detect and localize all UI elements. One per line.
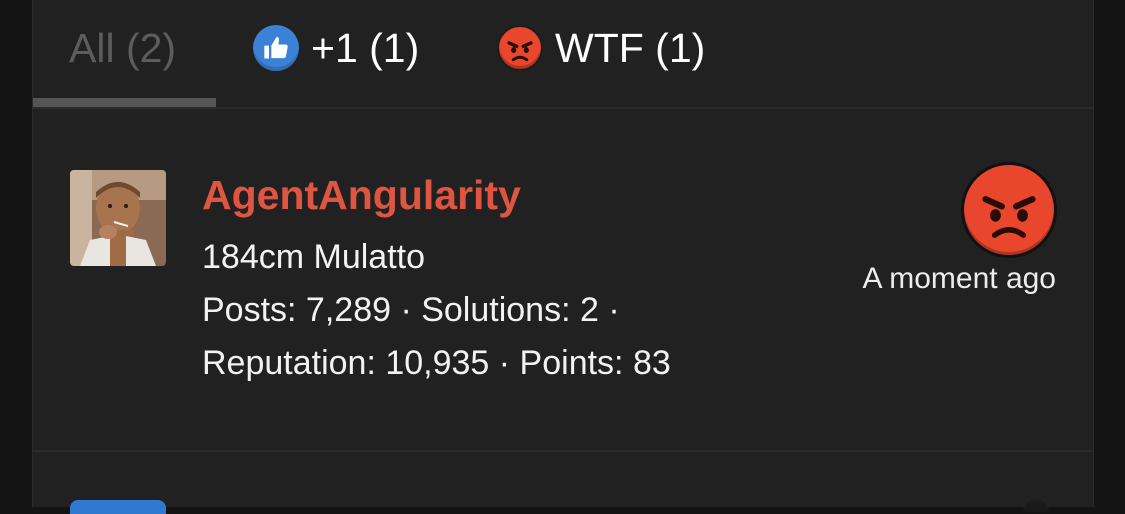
reaction-icon	[1023, 500, 1049, 512]
thumbs-up-icon	[253, 25, 299, 71]
avatar[interactable]	[70, 500, 166, 514]
tab-all[interactable]: All (2)	[69, 20, 176, 76]
user-stats-reputation-points: Reputation: 10,935 · Points: 83	[202, 344, 671, 382]
reactions-panel: All (2) +1 (1) WTF (1) AgentAngularity 1…	[32, 0, 1094, 514]
username-link[interactable]: AgentAngularity	[202, 172, 521, 219]
angry-face-icon	[961, 162, 1057, 258]
tab-wtf-label: WTF (1)	[555, 24, 706, 71]
tab-plus-one[interactable]: +1 (1)	[253, 20, 419, 76]
angry-face-icon	[497, 25, 543, 71]
avatar[interactable]	[70, 170, 166, 266]
active-tab-indicator	[33, 98, 216, 107]
tab-wtf[interactable]: WTF (1)	[497, 20, 705, 76]
reaction-tabs: All (2) +1 (1) WTF (1)	[33, 0, 1093, 109]
user-title: 184cm Mulatto	[202, 238, 425, 276]
tab-all-label: All (2)	[69, 24, 177, 71]
reaction-timestamp: A moment ago	[862, 262, 1056, 295]
user-stats-posts-solutions: Posts: 7,289 · Solutions: 2 ·	[202, 291, 620, 329]
list-divider	[33, 450, 1093, 452]
tab-plus-one-label: +1 (1)	[311, 24, 420, 71]
